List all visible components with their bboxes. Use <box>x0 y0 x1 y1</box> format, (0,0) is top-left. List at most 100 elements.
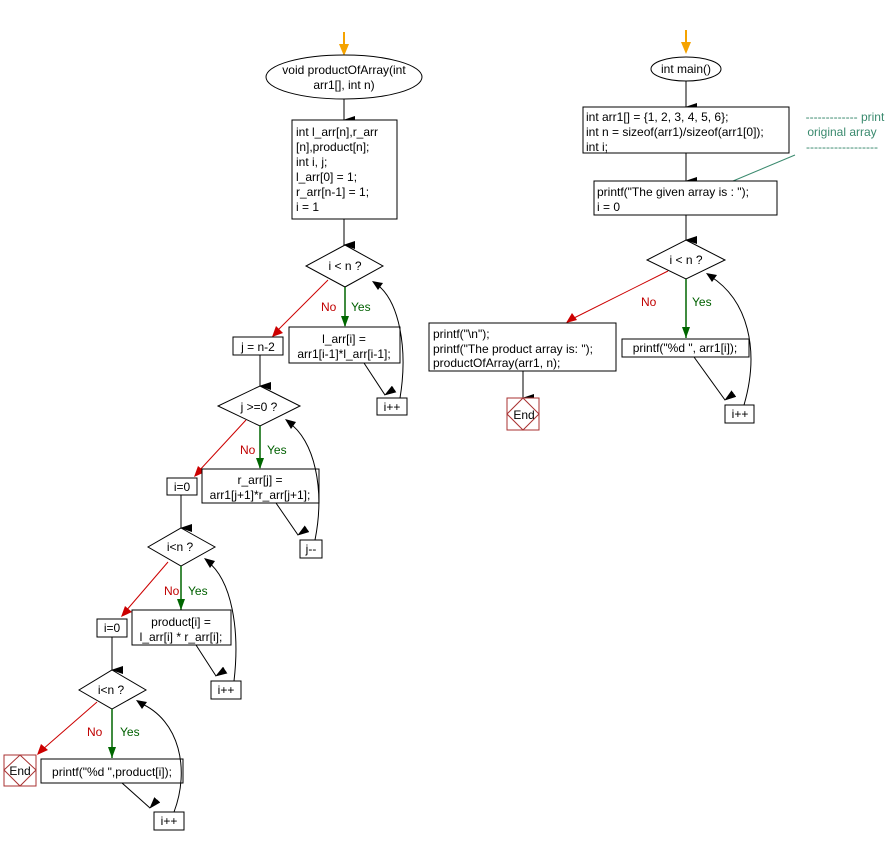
comment-connector <box>732 154 796 182</box>
main-loop-increment: i++ <box>724 404 755 424</box>
init-line: r_arr[n-1] = 1; <box>296 185 369 199</box>
main-loop-condition: i < n ? <box>669 253 702 267</box>
loopback-arrowhead-icon <box>136 700 147 709</box>
loop2-body-line: r_arr[j] = <box>237 473 282 487</box>
main-exit-line: printf("The product array is: "); <box>433 342 593 356</box>
loop1-body-line: arr1[i-1]*l_arr[i-1]; <box>297 347 390 361</box>
loop4-body: printf("%d ",product[i]); <box>40 758 184 784</box>
yes-arrowhead-icon <box>108 747 116 758</box>
print-given-line: printf("The given array is : "); <box>597 185 749 199</box>
no-label: No <box>87 725 103 739</box>
main-start-terminal: int main() <box>650 56 722 82</box>
loop1-body: l_arr[i] = arr1[i-1]*l_arr[i-1]; <box>288 326 401 364</box>
init-block: int l_arr[n],r_arr [n],product[n]; int i… <box>291 119 398 220</box>
comment-line: ------------- print <box>806 110 885 124</box>
loop1-decision: i < n ? <box>304 244 385 288</box>
loop3-body: product[i] = l_arr[i] * r_arr[i]; <box>131 609 232 646</box>
loop3-body-line: l_arr[i] * r_arr[i]; <box>140 630 223 644</box>
loop3-decision: i<n ? <box>146 527 217 567</box>
loop2-exit-text: i=0 <box>174 480 191 494</box>
loop1-body-line: l_arr[i] = <box>322 332 366 346</box>
connector <box>195 644 228 677</box>
init-line: int i, j; <box>296 155 327 169</box>
main-loop-body: printf("%d ", arr1[i]); <box>621 338 750 358</box>
main-end-terminal: End <box>506 397 540 431</box>
main-loop-increment-text: i++ <box>732 407 749 421</box>
loop4-increment: i++ <box>153 811 185 831</box>
main-signature: int main() <box>661 62 711 76</box>
main-loop-body-text: printf("%d ", arr1[i]); <box>633 341 738 355</box>
no-label: No <box>641 295 657 309</box>
yes-arrowhead-icon <box>682 327 690 338</box>
main-exit-block: printf("\n"); printf("The product array … <box>428 322 617 372</box>
connector <box>693 356 737 401</box>
loop4-body-text: printf("%d ",product[i]); <box>52 765 172 779</box>
yes-arrowhead-icon <box>341 316 349 327</box>
no-arrowhead-icon <box>121 606 132 617</box>
start-arrow-icon <box>339 32 349 56</box>
loop2-increment-text: j-- <box>305 542 317 556</box>
end-label: End <box>513 408 534 422</box>
yes-label: Yes <box>120 725 140 739</box>
connector <box>363 362 397 396</box>
end-terminal: End <box>3 754 37 787</box>
init-line: [n],product[n]; <box>296 140 369 154</box>
right-flowchart: int main() int arr1[] = {1, 2, 3, 4, 5, … <box>428 30 885 431</box>
loop1-exit-block: j = n-2 <box>232 336 284 356</box>
main-exit-line: productOfArray(arr1, n); <box>433 356 560 370</box>
no-arrowhead-icon <box>566 313 577 323</box>
loop2-exit-block: i=0 <box>166 477 198 496</box>
no-connector <box>197 419 247 473</box>
yes-arrowhead-icon <box>256 458 264 469</box>
loop4-condition: i<n ? <box>98 683 125 697</box>
function-signature-line-1: void productOfArray(int <box>282 63 406 77</box>
main-init-line: int i; <box>586 140 608 154</box>
end-label: End <box>9 764 30 778</box>
connector <box>275 502 310 536</box>
loop1-increment-text: i++ <box>384 400 401 414</box>
init-line: l_arr[0] = 1; <box>296 170 357 184</box>
function-start-terminal: void productOfArray(int arr1[], int n) <box>265 54 423 100</box>
loop2-body: r_arr[j] = arr1[j+1]*r_arr[j+1]; <box>201 468 320 504</box>
connector <box>121 782 161 809</box>
main-init-line: int n = sizeof(arr1)/sizeof(arr1[0]); <box>586 125 764 139</box>
loopback-arrowhead-icon <box>706 273 717 282</box>
comment-line: original array <box>807 125 876 139</box>
loop4-decision: i<n ? <box>78 669 148 710</box>
loop2-increment: j-- <box>299 539 323 559</box>
loop3-exit-block: i=0 <box>96 618 128 638</box>
yes-label: Yes <box>188 584 208 598</box>
yes-label: Yes <box>351 300 371 314</box>
loop1-exit-text: j = n-2 <box>240 340 275 354</box>
start-arrow-icon <box>681 30 691 54</box>
function-signature-line-2: arr1[], int n) <box>313 78 374 92</box>
loop3-body-line: product[i] = <box>151 615 211 629</box>
loop3-exit-text: i=0 <box>104 621 121 635</box>
loop1-increment: i++ <box>376 397 408 416</box>
yes-arrowhead-icon <box>177 599 185 610</box>
loop2-body-line: arr1[j+1]*r_arr[j+1]; <box>210 488 311 502</box>
yes-label: Yes <box>267 443 287 457</box>
loop4-increment-text: i++ <box>161 814 178 828</box>
print-given-line: i = 0 <box>597 200 620 214</box>
no-arrowhead-icon <box>272 326 283 337</box>
main-exit-line: printf("\n"); <box>433 327 490 341</box>
no-connector <box>124 561 169 613</box>
no-label: No <box>240 443 256 457</box>
yes-label: Yes <box>692 295 712 309</box>
flowchart-canvas: void productOfArray(int arr1[], int n) i… <box>3 30 885 831</box>
loop3-increment: i++ <box>210 680 242 700</box>
main-init-line: int arr1[] = {1, 2, 3, 4, 5, 6}; <box>586 110 728 124</box>
main-loop-decision: i < n ? <box>645 239 727 280</box>
loop3-increment-text: i++ <box>218 683 235 697</box>
left-flowchart: void productOfArray(int arr1[], int n) i… <box>3 32 423 831</box>
init-line: int l_arr[n],r_arr <box>296 125 378 139</box>
loop3-condition: i<n ? <box>167 540 194 554</box>
comment-line: ------------------ <box>806 140 878 154</box>
loop-back-connector <box>139 702 182 813</box>
print-given-block: printf("The given array is : "); i = 0 <box>593 180 778 216</box>
main-init-block: int arr1[] = {1, 2, 3, 4, 5, 6}; int n =… <box>582 106 790 154</box>
init-line: i = 1 <box>296 200 319 214</box>
no-label: No <box>164 584 180 598</box>
loop2-condition: j >=0 ? <box>240 400 278 414</box>
